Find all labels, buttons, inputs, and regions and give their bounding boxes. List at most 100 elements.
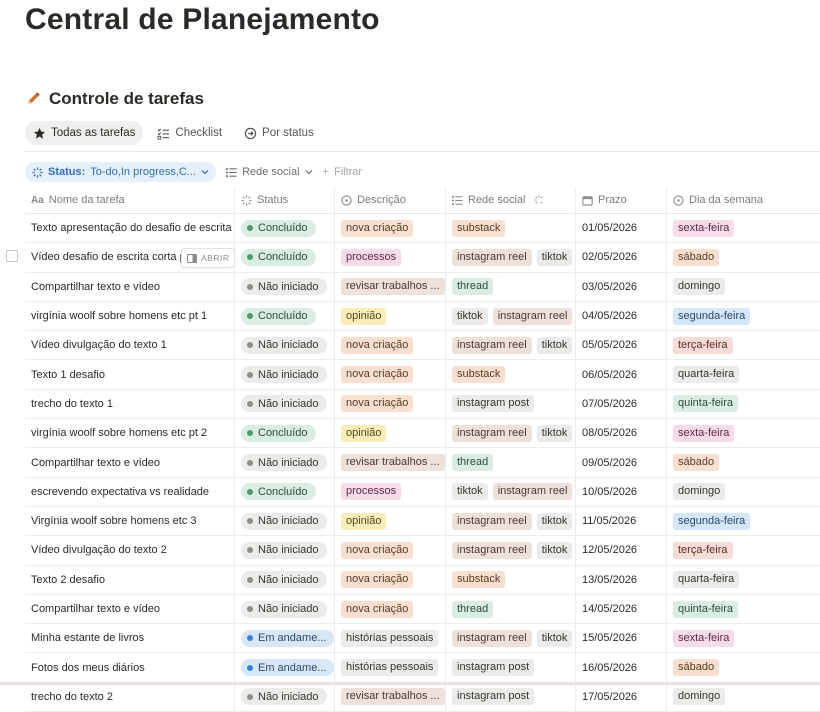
cell-social[interactable]: instagram reel tiktok xyxy=(446,243,576,272)
column-header-description[interactable]: Descrição xyxy=(335,187,446,213)
cell-description[interactable]: revisar trabalhos ... xyxy=(335,682,446,712)
cell-weekday[interactable]: terça-feira xyxy=(667,331,820,359)
cell-deadline[interactable]: 08/05/2026 xyxy=(576,419,667,448)
cell-weekday[interactable]: segunda-feira xyxy=(667,302,820,330)
cell-deadline[interactable]: 06/05/2026 xyxy=(576,360,667,389)
cell-description[interactable]: nova criação xyxy=(335,536,446,565)
cell-weekday[interactable]: sexta-feira xyxy=(667,624,820,652)
cell-weekday[interactable]: quarta-feira xyxy=(667,566,820,594)
cell-name[interactable]: escrevendo expectativa vs realidade xyxy=(25,477,235,506)
cell-description[interactable]: nova criação xyxy=(335,389,446,419)
column-header-deadline[interactable]: Prazo xyxy=(576,187,667,213)
cell-status[interactable]: Não iniciado xyxy=(235,594,335,624)
cell-status[interactable]: Não iniciado xyxy=(235,565,335,594)
cell-social[interactable]: instagram reel tiktok xyxy=(446,536,576,565)
column-header-social[interactable]: Rede social xyxy=(446,187,576,213)
tab-all-tasks[interactable]: Todas as tarefas xyxy=(25,121,144,145)
cell-weekday[interactable]: quarta-feira xyxy=(667,360,820,388)
cell-social[interactable]: instagram reel tiktok xyxy=(446,624,576,653)
cell-deadline[interactable]: 11/05/2026 xyxy=(576,506,667,536)
cell-name[interactable]: trecho do texto 2 xyxy=(25,682,235,712)
cell-description[interactable]: nova criação xyxy=(335,565,446,594)
cell-social[interactable]: instagram reel tiktok xyxy=(446,419,576,448)
cell-name[interactable]: trecho do texto 1 xyxy=(25,389,235,419)
table-row[interactable]: virgínia woolf sobre homens etc pt 2 Conc… xyxy=(25,419,820,449)
cell-description[interactable]: nova criação xyxy=(335,214,446,243)
cell-deadline[interactable]: 02/05/2026 xyxy=(576,243,667,272)
cell-status[interactable]: Em andame... xyxy=(235,624,335,653)
cell-status[interactable]: Não iniciado xyxy=(235,360,335,389)
table-row[interactable]: Vídeo divulgação do texto 1 Não iniciado n… xyxy=(25,331,820,361)
cell-deadline[interactable]: 12/05/2026 xyxy=(576,536,667,565)
cell-weekday[interactable]: domingo xyxy=(667,683,820,711)
open-row-button[interactable]: ABRIR xyxy=(181,248,236,268)
table-row[interactable]: Virgínia woolf sobre homens etc 3 Não ini… xyxy=(25,506,820,537)
cell-status[interactable]: Em andame... xyxy=(235,653,335,682)
cell-social[interactable]: thread xyxy=(446,272,576,301)
cell-deadline[interactable]: 16/05/2026 xyxy=(576,653,667,682)
row-checkbox[interactable] xyxy=(6,250,18,262)
cell-social[interactable]: tiktok instagram reel xyxy=(446,301,576,331)
cell-weekday[interactable]: sexta-feira xyxy=(667,214,820,242)
cell-deadline[interactable]: 03/05/2026 xyxy=(576,272,667,301)
table-row[interactable]: Compartilhar texto e vídeo Não iniciado no… xyxy=(25,594,820,625)
cell-status[interactable]: Não iniciado xyxy=(235,536,335,565)
cell-social[interactable]: thread xyxy=(446,448,576,477)
cell-name[interactable]: Vídeo divulgação do texto 1 xyxy=(25,331,235,360)
cell-deadline[interactable]: 14/05/2026 xyxy=(576,594,667,624)
table-row[interactable]: Texto apresentação do desafio de escrita… xyxy=(25,214,820,244)
table-row[interactable]: Compartilhar texto e vídeo Não iniciado re… xyxy=(25,272,820,302)
add-filter-button[interactable]: + Filtrar xyxy=(323,166,363,178)
cell-name[interactable]: Minha estante de livros xyxy=(25,624,235,653)
cell-social[interactable]: thread xyxy=(446,594,576,624)
cell-description[interactable]: nova criação xyxy=(335,331,446,360)
table-row[interactable]: Vídeo divulgação do texto 2 Não iniciado n… xyxy=(25,536,820,566)
cell-social[interactable]: instagram post xyxy=(446,389,576,419)
table-row[interactable]: Fotos dos meus diários Em andame... histór… xyxy=(25,653,820,683)
cell-name[interactable]: Vídeo divulgação do texto 2 xyxy=(25,536,235,565)
table-row[interactable]: trecho do texto 2 Não iniciado revisar tra… xyxy=(25,682,820,712)
cell-description[interactable]: nova criação xyxy=(335,594,446,624)
cell-deadline[interactable]: 09/05/2026 xyxy=(576,448,667,477)
cell-weekday[interactable]: domingo xyxy=(667,273,820,301)
cell-status[interactable]: Não iniciado xyxy=(235,506,335,536)
group-rede-social-button[interactable]: Rede social xyxy=(226,166,312,178)
cell-social[interactable]: instagram post xyxy=(446,653,576,682)
cell-social[interactable]: substack xyxy=(446,214,576,243)
cell-weekday[interactable]: domingo xyxy=(667,478,820,506)
cell-description[interactable]: processos xyxy=(335,477,446,506)
table-row[interactable]: Minha estante de livros Em andame... histó… xyxy=(25,624,820,654)
cell-status[interactable]: Concluído xyxy=(235,419,335,448)
cell-name[interactable]: virgínia woolf sobre homens etc pt 1 xyxy=(25,301,235,331)
database-title[interactable]: Controle de tarefas xyxy=(25,89,204,109)
cell-status[interactable]: Não iniciado xyxy=(235,448,335,477)
cell-deadline[interactable]: 07/05/2026 xyxy=(576,389,667,419)
cell-status[interactable]: Concluído xyxy=(235,477,335,506)
cell-description[interactable]: histórias pessoais xyxy=(335,624,446,653)
column-header-weekday[interactable]: Dia da semana xyxy=(667,187,820,213)
table-row[interactable]: Vídeo desafio de escrita corta p Concluíd… xyxy=(25,243,820,273)
cell-social[interactable]: instagram reel tiktok xyxy=(446,331,576,360)
cell-social[interactable]: substack xyxy=(446,565,576,594)
tab-checklist[interactable]: Checklist xyxy=(149,121,230,145)
cell-description[interactable]: processos xyxy=(335,243,446,272)
cell-social[interactable]: substack xyxy=(446,360,576,389)
cell-description[interactable]: histórias pessoais xyxy=(335,653,446,682)
cell-deadline[interactable]: 15/05/2026 xyxy=(576,624,667,653)
cell-deadline[interactable]: 10/05/2026 xyxy=(576,477,667,506)
cell-status[interactable]: Concluído xyxy=(235,301,335,331)
cell-description[interactable]: revisar trabalhos ... xyxy=(335,272,446,301)
cell-deadline[interactable]: 01/05/2026 xyxy=(576,214,667,243)
cell-status[interactable]: Não iniciado xyxy=(235,272,335,301)
table-row[interactable]: Texto 2 desafio Não iniciado nova criação s… xyxy=(25,565,820,595)
cell-weekday[interactable]: quinta-feira xyxy=(667,390,820,418)
cell-description[interactable]: opinião xyxy=(335,419,446,448)
cell-name[interactable]: Texto apresentação do desafio de escrita xyxy=(25,214,235,243)
cell-name[interactable]: Compartilhar texto e vídeo xyxy=(25,594,235,624)
table-row[interactable]: trecho do texto 1 Não iniciado nova criaçã… xyxy=(25,389,820,420)
cell-weekday[interactable]: sábado xyxy=(667,243,820,271)
cell-status[interactable]: Não iniciado xyxy=(235,389,335,419)
cell-weekday[interactable]: quinta-feira xyxy=(667,595,820,623)
cell-description[interactable]: revisar trabalhos ... xyxy=(335,448,446,477)
cell-social[interactable]: instagram post xyxy=(446,682,576,712)
